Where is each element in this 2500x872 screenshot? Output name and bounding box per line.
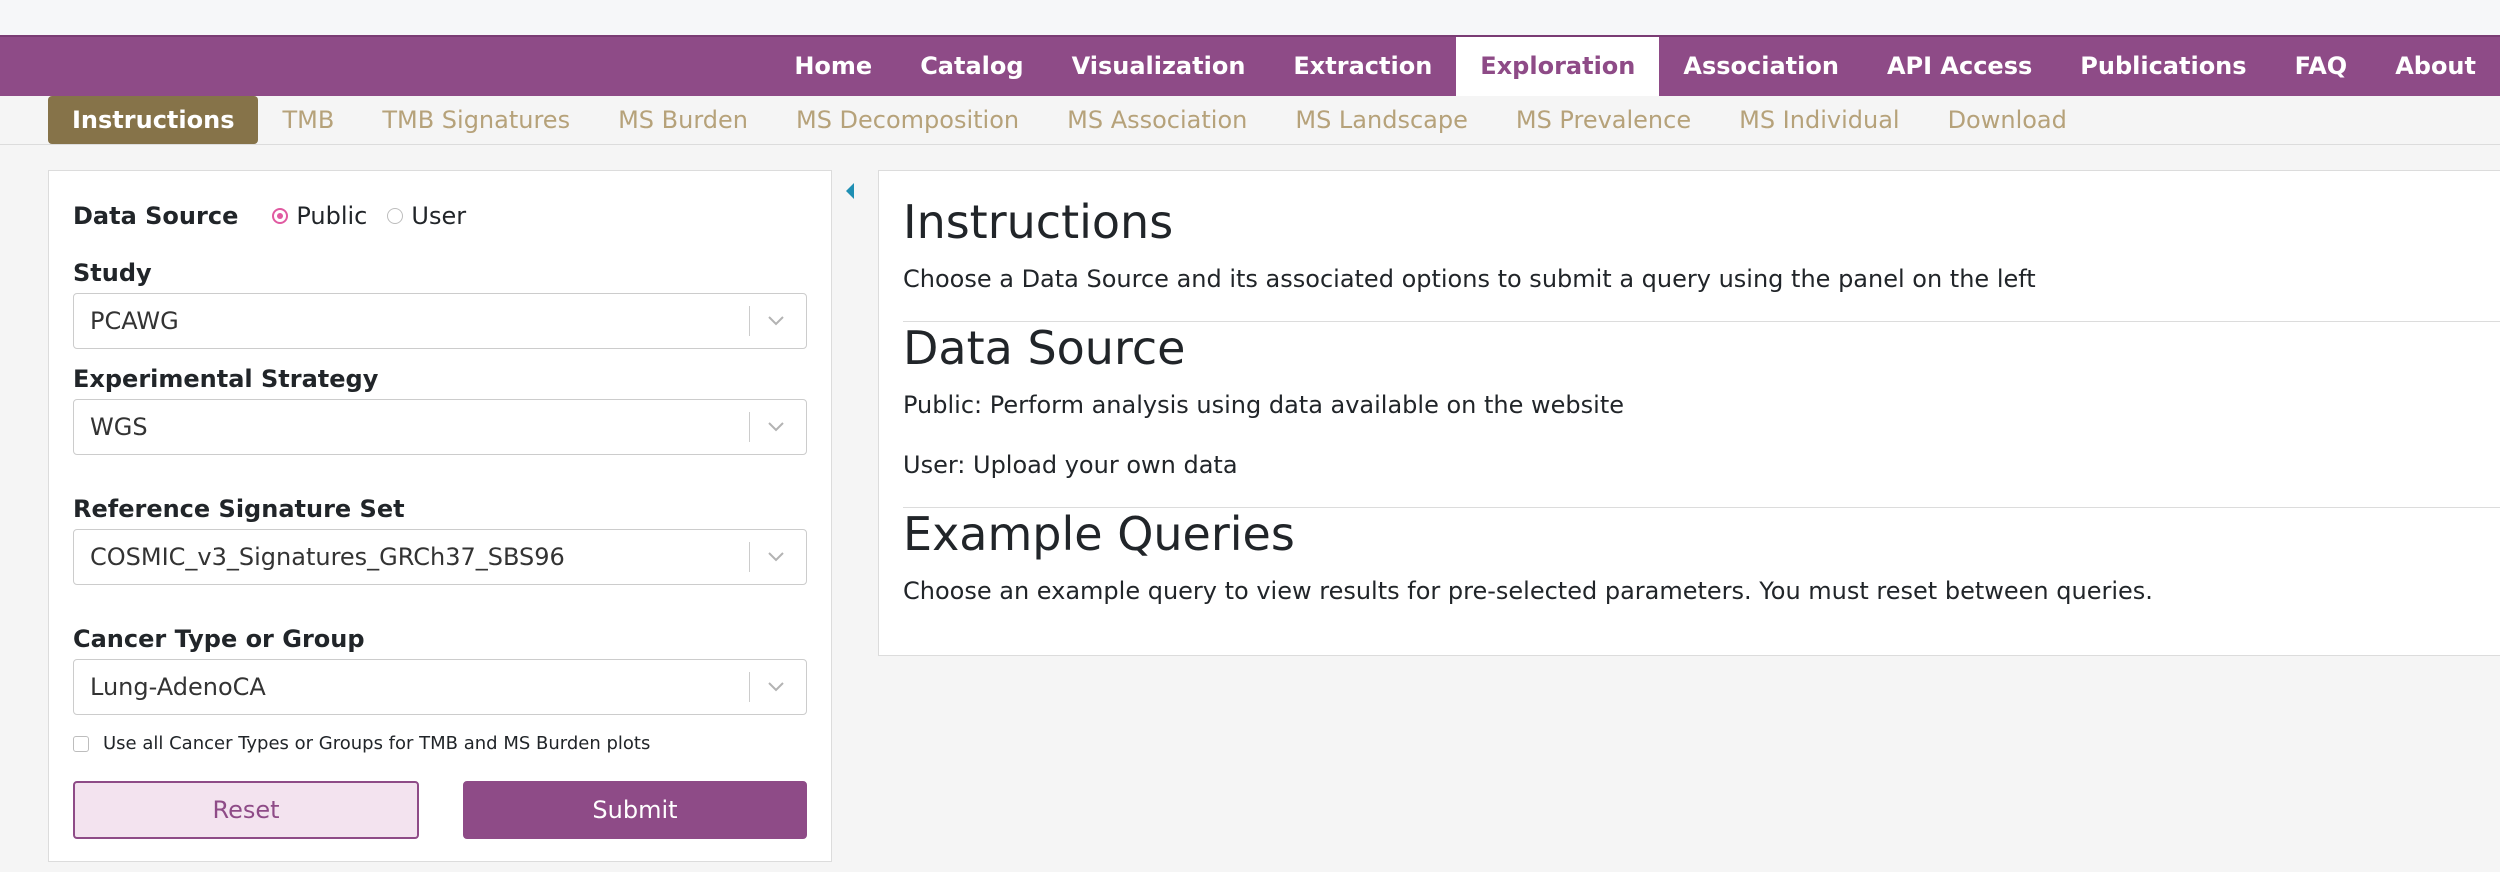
nav-item-publications[interactable]: Publications <box>2056 37 2270 96</box>
tab-instructions[interactable]: Instructions <box>48 96 259 144</box>
radio-public-circle-icon[interactable] <box>272 208 289 224</box>
study-label: Study <box>73 259 152 287</box>
submit-button[interactable]: Submit <box>463 781 807 839</box>
user-description: User: Upload your own data <box>903 451 1238 479</box>
tab-tmb-signatures[interactable]: TMB Signatures <box>358 96 594 144</box>
nav-item-about[interactable]: About <box>2371 37 2500 96</box>
nav-item-association[interactable]: Association <box>1659 37 1863 96</box>
main-navbar: Home Catalog Visualization Extraction Ex… <box>0 35 2500 96</box>
use-all-cancer-types-row[interactable]: Use all Cancer Types or Groups for TMB a… <box>73 733 650 754</box>
chevron-down-icon[interactable] <box>766 308 786 332</box>
signature-set-select-value: COSMIC_v3_Signatures_GRCh37_SBS96 <box>90 543 565 571</box>
radio-user-label: User <box>411 202 467 230</box>
instructions-text: Choose a Data Source and its associated … <box>903 265 2036 293</box>
reset-button[interactable]: Reset <box>73 781 419 839</box>
study-select[interactable]: PCAWG <box>73 293 807 349</box>
subnav-divider <box>0 144 2500 145</box>
radio-public-label: Public <box>296 202 368 230</box>
cancer-type-select[interactable]: Lung-AdenoCA <box>73 659 807 715</box>
nav-item-exploration[interactable]: Exploration <box>1456 37 1660 96</box>
collapse-panel-icon[interactable] <box>843 180 857 202</box>
data-source-title: Data Source <box>903 321 1186 375</box>
tab-tmb[interactable]: TMB <box>258 96 358 144</box>
example-queries-title: Example Queries <box>903 507 1295 561</box>
tab-ms-association[interactable]: MS Association <box>1043 96 1271 144</box>
strategy-select-separator <box>749 412 750 442</box>
strategy-select[interactable]: WGS <box>73 399 807 455</box>
radio-user-circle-icon[interactable] <box>387 208 404 224</box>
instructions-title: Instructions <box>903 195 1174 249</box>
sub-navbar: Instructions TMB TMB Signatures MS Burde… <box>48 96 2091 144</box>
nav-item-visualization[interactable]: Visualization <box>1048 37 1270 96</box>
tab-ms-burden[interactable]: MS Burden <box>594 96 772 144</box>
tab-ms-decomposition[interactable]: MS Decomposition <box>772 96 1043 144</box>
nav-item-api-access[interactable]: API Access <box>1863 37 2056 96</box>
nav-item-extraction[interactable]: Extraction <box>1269 37 1456 96</box>
tab-download[interactable]: Download <box>1924 96 2091 144</box>
browser-top-strip <box>0 0 2500 35</box>
cancer-type-label: Cancer Type or Group <box>73 625 365 653</box>
cancer-type-select-separator <box>749 672 750 702</box>
data-source-label: Data Source <box>73 202 239 230</box>
tab-ms-landscape[interactable]: MS Landscape <box>1271 96 1492 144</box>
radio-user[interactable]: User <box>387 202 466 230</box>
tab-ms-individual[interactable]: MS Individual <box>1715 96 1923 144</box>
main-nav-items: Home Catalog Visualization Extraction Ex… <box>770 37 2500 96</box>
signature-set-select[interactable]: COSMIC_v3_Signatures_GRCh37_SBS96 <box>73 529 807 585</box>
study-select-value: PCAWG <box>90 307 179 335</box>
example-queries-text: Choose an example query to view results … <box>903 577 2153 605</box>
instructions-panel: Instructions Choose a Data Source and it… <box>878 170 2500 656</box>
study-select-separator <box>749 306 750 336</box>
data-source-row: Data Source Public User <box>73 198 486 234</box>
signature-set-label: Reference Signature Set <box>73 495 405 523</box>
tab-ms-prevalence[interactable]: MS Prevalence <box>1492 96 1715 144</box>
use-all-cancer-types-checkbox[interactable] <box>73 735 89 752</box>
chevron-down-icon[interactable] <box>766 414 786 438</box>
nav-item-home[interactable]: Home <box>770 37 896 96</box>
nav-item-faq[interactable]: FAQ <box>2271 37 2372 96</box>
strategy-select-value: WGS <box>90 413 148 441</box>
public-description: Public: Perform analysis using data avai… <box>903 391 1624 419</box>
cancer-type-select-value: Lung-AdenoCA <box>90 673 266 701</box>
use-all-cancer-types-label: Use all Cancer Types or Groups for TMB a… <box>103 733 651 754</box>
nav-item-catalog[interactable]: Catalog <box>896 37 1047 96</box>
query-form-panel: Data Source Public User Study PCAWG Expe… <box>48 170 832 862</box>
chevron-down-icon[interactable] <box>766 674 786 698</box>
strategy-label: Experimental Strategy <box>73 365 379 393</box>
signature-set-select-separator <box>749 542 750 572</box>
radio-public[interactable]: Public <box>272 202 367 230</box>
chevron-down-icon[interactable] <box>766 544 786 568</box>
